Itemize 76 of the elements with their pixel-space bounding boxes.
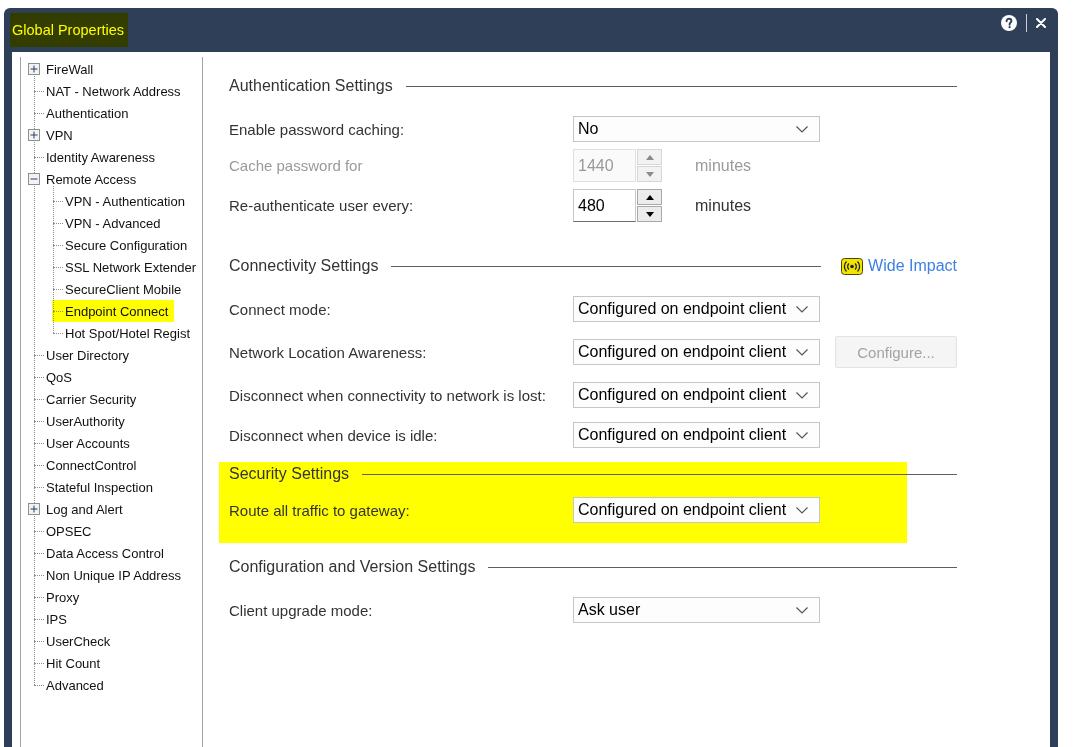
field-label: Enable password caching: <box>229 120 406 138</box>
dropdown[interactable]: No <box>573 116 820 142</box>
number-field[interactable]: 480 <box>573 189 636 222</box>
impact-link[interactable]: Wide Impact <box>868 257 957 275</box>
dropdown[interactable]: Configured on endpoint client <box>573 497 820 523</box>
tree-item[interactable]: VPN - Authentication <box>52 190 191 212</box>
dropdown[interactable]: Configured on endpoint client <box>573 296 820 322</box>
chevron-down-icon <box>796 431 808 439</box>
tree-item[interactable]: UserCheck <box>33 630 117 652</box>
tree-item[interactable]: Log and Alert <box>46 498 129 520</box>
tree-item[interactable]: SecureClient Mobile <box>52 278 188 300</box>
section-heading: Authentication Settings <box>229 77 393 95</box>
section-heading: Security Settings <box>229 465 350 483</box>
unit-label: minutes <box>695 156 752 175</box>
dropdown[interactable]: Configured on endpoint client <box>573 422 820 448</box>
tree-item[interactable]: SSL Network Extender <box>52 256 203 278</box>
tree-item[interactable]: Non Unique IP Address <box>33 564 187 586</box>
plus-box-icon[interactable] <box>28 503 40 515</box>
help-button[interactable] <box>1001 15 1017 31</box>
up-triangle-icon <box>645 154 654 160</box>
tree-item[interactable]: IPS <box>33 608 73 630</box>
dropdown[interactable]: Ask user <box>573 597 820 623</box>
field-label: Client upgrade mode: <box>229 601 374 619</box>
chevron-down-icon <box>796 348 808 356</box>
down-triangle-icon <box>645 171 654 177</box>
up-triangle-icon <box>645 194 654 200</box>
window-title: Global Properties <box>10 13 129 47</box>
unit-label: minutes <box>695 196 752 215</box>
field-label: Cache password for <box>229 157 364 174</box>
tree-item[interactable]: Endpoint Connect <box>52 300 175 322</box>
tree-item[interactable]: VPN <box>46 124 79 146</box>
chevron-down-icon <box>796 391 808 399</box>
section-heading: Connectivity Settings <box>229 257 379 275</box>
chevron-down-icon <box>796 606 808 614</box>
tree-item[interactable]: OPSEC <box>33 520 98 542</box>
tree-item[interactable]: NAT - Network Address <box>33 80 187 102</box>
close-button[interactable] <box>1036 18 1046 28</box>
tree-item[interactable]: Hit Count <box>33 652 107 674</box>
tree-item[interactable]: VPN - Advanced <box>52 212 167 234</box>
tree-item[interactable]: User Directory <box>33 344 136 366</box>
tree-item[interactable]: ConnectControl <box>33 454 143 476</box>
tree-item[interactable]: QoS <box>33 366 78 388</box>
dropdown[interactable]: Configured on endpoint client <box>573 339 820 365</box>
minus-box-icon[interactable] <box>28 173 40 185</box>
tree-item[interactable]: Data Access Control <box>33 542 170 564</box>
field-label: Disconnect when device is idle: <box>229 426 439 444</box>
tree-item[interactable]: Advanced <box>33 674 110 696</box>
tree-item[interactable]: Hot Spot/Hotel Regist <box>52 322 196 344</box>
help-icon <box>1001 15 1017 31</box>
tree-item[interactable]: Remote Access <box>46 168 143 190</box>
chevron-down-icon <box>796 506 808 514</box>
close-icon <box>1036 18 1046 28</box>
section-heading: Configuration and Version Settings <box>229 558 476 576</box>
down-triangle-icon <box>645 211 654 217</box>
decrement-button[interactable] <box>637 206 662 222</box>
field-label: Connect mode: <box>229 300 332 318</box>
tree-item[interactable]: Carrier Security <box>33 388 143 410</box>
tree-item[interactable]: FireWall <box>46 58 100 80</box>
tree-item[interactable]: Authentication <box>33 102 135 124</box>
tree-item[interactable]: Stateful Inspection <box>33 476 159 498</box>
plus-box-icon[interactable] <box>28 63 40 75</box>
broadcast-icon <box>841 257 864 275</box>
field-label: Route all traffic to gateway: <box>229 501 411 519</box>
chevron-down-icon <box>796 305 808 313</box>
chevron-down-icon <box>796 125 808 133</box>
field-label: Disconnect when connectivity to network is lost: <box>229 386 547 404</box>
tree-item[interactable]: Secure Configuration <box>52 234 194 256</box>
tree-item[interactable]: User Accounts <box>33 432 136 454</box>
field-label: Network Location Awareness: <box>229 343 428 361</box>
plus-box-icon[interactable] <box>28 129 40 141</box>
tree-item[interactable]: Proxy <box>33 586 86 608</box>
field-label: Re-authenticate user every: <box>229 197 415 214</box>
dropdown[interactable]: Configured on endpoint client <box>573 382 820 408</box>
tree-item[interactable]: UserAuthority <box>33 410 131 432</box>
increment-button[interactable] <box>637 189 662 205</box>
tree-item[interactable]: Identity Awareness <box>33 146 161 168</box>
